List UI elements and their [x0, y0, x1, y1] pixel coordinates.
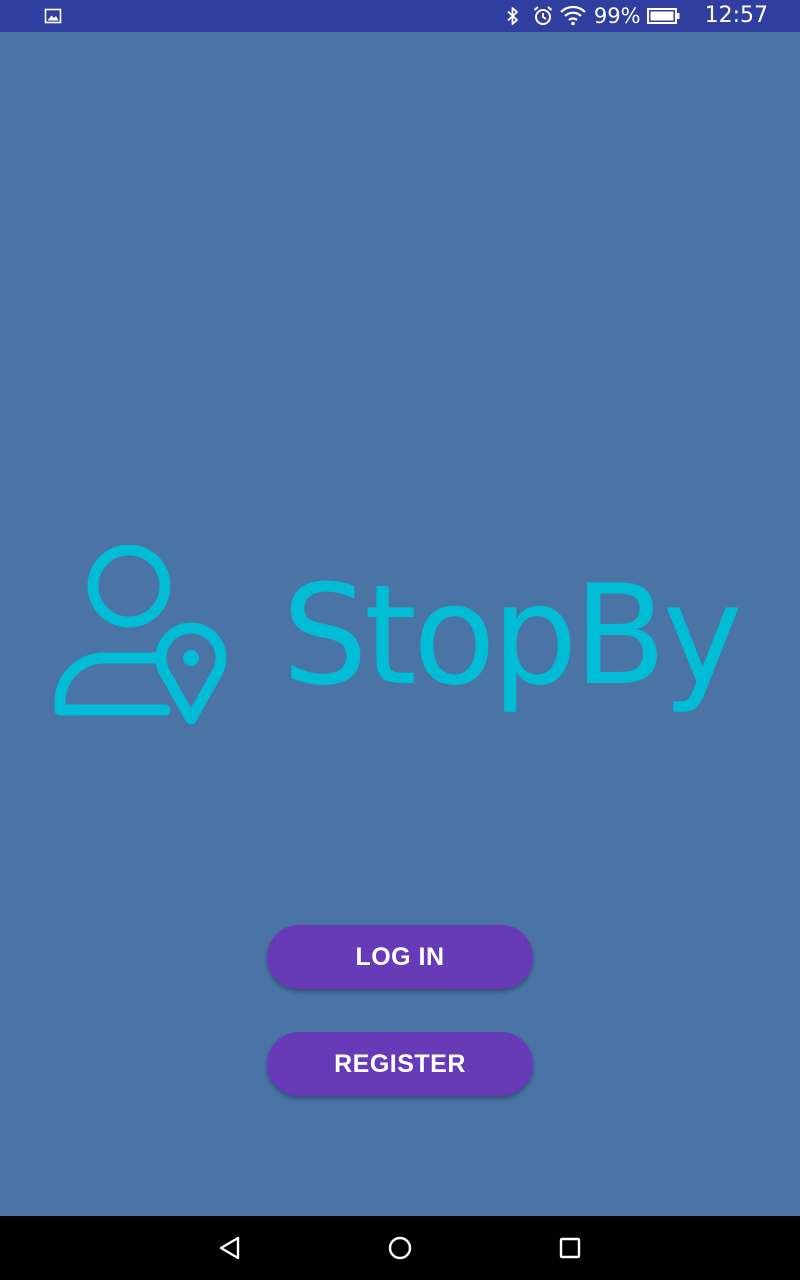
alarm-icon	[532, 0, 554, 32]
home-icon[interactable]	[380, 1228, 420, 1268]
clock: 12:57	[704, 3, 768, 28]
app-logo: StopBy	[50, 544, 760, 735]
bluetooth-icon	[504, 0, 522, 32]
status-icons: 99% 12:57	[504, 0, 800, 32]
login-button[interactable]: LOG IN	[267, 925, 533, 989]
app-screen: 99% 12:57 StopBy LOG IN REGISTER	[0, 0, 800, 1280]
image-notification-icon	[44, 7, 62, 25]
recents-icon[interactable]	[550, 1228, 590, 1268]
app-name: StopBy	[282, 555, 743, 716]
status-bar: 99% 12:57	[0, 0, 800, 32]
battery-icon	[646, 0, 681, 32]
battery-percent: 99%	[593, 4, 641, 28]
person-location-pin-icon	[50, 544, 230, 730]
wifi-icon	[560, 0, 586, 32]
register-button[interactable]: REGISTER	[267, 1032, 533, 1096]
back-icon[interactable]	[210, 1228, 250, 1268]
navigation-bar	[0, 1216, 800, 1280]
